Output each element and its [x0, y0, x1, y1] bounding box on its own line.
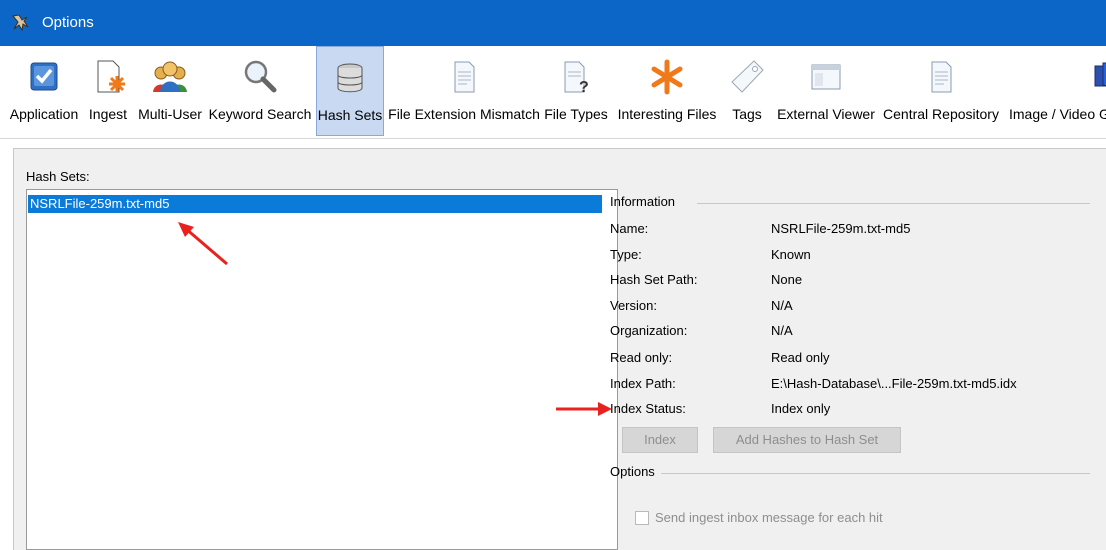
tab-ingest[interactable]: Ingest [85, 46, 131, 136]
tab-label: Application [9, 106, 79, 122]
options-category-toolbar: Application Ingest Multi-User Keyword Se… [0, 46, 1106, 139]
send-ingest-inbox-label: Send ingest inbox message for each hit [655, 510, 883, 525]
image-gallery-icon [1094, 62, 1106, 87]
tab-external-viewer[interactable]: External Viewer [774, 46, 878, 136]
hash-sets-list[interactable]: NSRLFile-259m.txt-md5 [26, 189, 618, 550]
tab-label: Keyword Search [208, 106, 312, 122]
tab-label: Multi-User [138, 106, 202, 122]
tab-keyword-search[interactable]: Keyword Search [207, 46, 313, 136]
index-path-value: E:\Hash-Database\...File-259m.txt-md5.id… [771, 376, 1017, 391]
index-status-label: Index Status: [610, 401, 686, 416]
hash-sets-panel: Hash Sets: NSRLFile-259m.txt-md5 [13, 148, 1106, 550]
tab-label: File Extension Mismatch [388, 106, 540, 122]
information-divider [697, 203, 1090, 204]
read-only-value: Read only [771, 350, 830, 365]
orange-asterisk-icon [651, 59, 683, 95]
tab-label: External Viewer [777, 106, 875, 122]
tab-central-repository[interactable]: Central Repository [880, 46, 1002, 136]
read-only-label: Read only: [610, 350, 673, 365]
name-value: NSRLFile-259m.txt-md5 [771, 221, 911, 236]
application-checkbox-icon [30, 62, 58, 91]
organization-value: N/A [771, 323, 793, 338]
hash-set-path-label: Hash Set Path: [610, 272, 698, 287]
tab-label: Hash Sets [317, 107, 383, 123]
tab-tags[interactable]: Tags [724, 46, 770, 136]
index-path-label: Index Path: [610, 376, 676, 391]
window-viewer-icon [811, 64, 841, 90]
magnifier-icon [244, 60, 277, 93]
ingest-document-star-icon [97, 60, 125, 93]
database-icon [337, 63, 363, 93]
tab-multi-user[interactable]: Multi-User [134, 46, 206, 136]
type-label: Type: [610, 247, 642, 262]
information-section-title: Information [610, 194, 676, 209]
window-title: Options [42, 14, 94, 31]
multi-user-people-icon [153, 61, 187, 92]
index-status-value: Index only [771, 401, 831, 416]
tab-hash-sets[interactable]: Hash Sets [316, 46, 384, 136]
version-value: N/A [771, 298, 793, 313]
index-button[interactable]: Index [622, 427, 698, 453]
type-value: Known [771, 247, 811, 262]
tab-label: Image / Video G [1009, 106, 1106, 122]
hash-set-path-value: None [771, 272, 803, 287]
name-label: Name: [610, 221, 649, 236]
tab-interesting-files[interactable]: Interesting Files [613, 46, 721, 136]
add-hashes-button[interactable]: Add Hashes to Hash Set [713, 427, 901, 453]
tab-file-types[interactable]: ? File Types [542, 46, 610, 136]
tab-label: Interesting Files [617, 106, 717, 122]
document-icon [931, 61, 952, 93]
tag-icon [731, 60, 764, 93]
svg-text:?: ? [579, 79, 589, 96]
version-label: Version: [610, 298, 657, 313]
options-divider [661, 473, 1090, 474]
tab-label: File Types [544, 106, 608, 122]
tab-label: Tags [732, 106, 762, 122]
tab-label: Ingest [88, 106, 128, 122]
autopsy-dog-icon [12, 14, 29, 32]
document-question-icon: ? [564, 61, 589, 96]
hash-sets-label: Hash Sets: [26, 169, 90, 184]
send-ingest-inbox-checkbox[interactable] [635, 511, 649, 525]
tab-file-extension-mismatch[interactable]: File Extension Mismatch [388, 46, 540, 136]
document-icon [454, 61, 475, 93]
options-section-title: Options [610, 464, 655, 479]
tab-application[interactable]: Application [4, 46, 84, 136]
title-bar: Options [0, 0, 1106, 46]
organization-label: Organization: [610, 323, 688, 338]
tab-label: Central Repository [883, 106, 999, 122]
tab-image-video-gallery[interactable]: Image / Video G [1005, 46, 1106, 136]
list-item[interactable]: NSRLFile-259m.txt-md5 [28, 195, 602, 213]
